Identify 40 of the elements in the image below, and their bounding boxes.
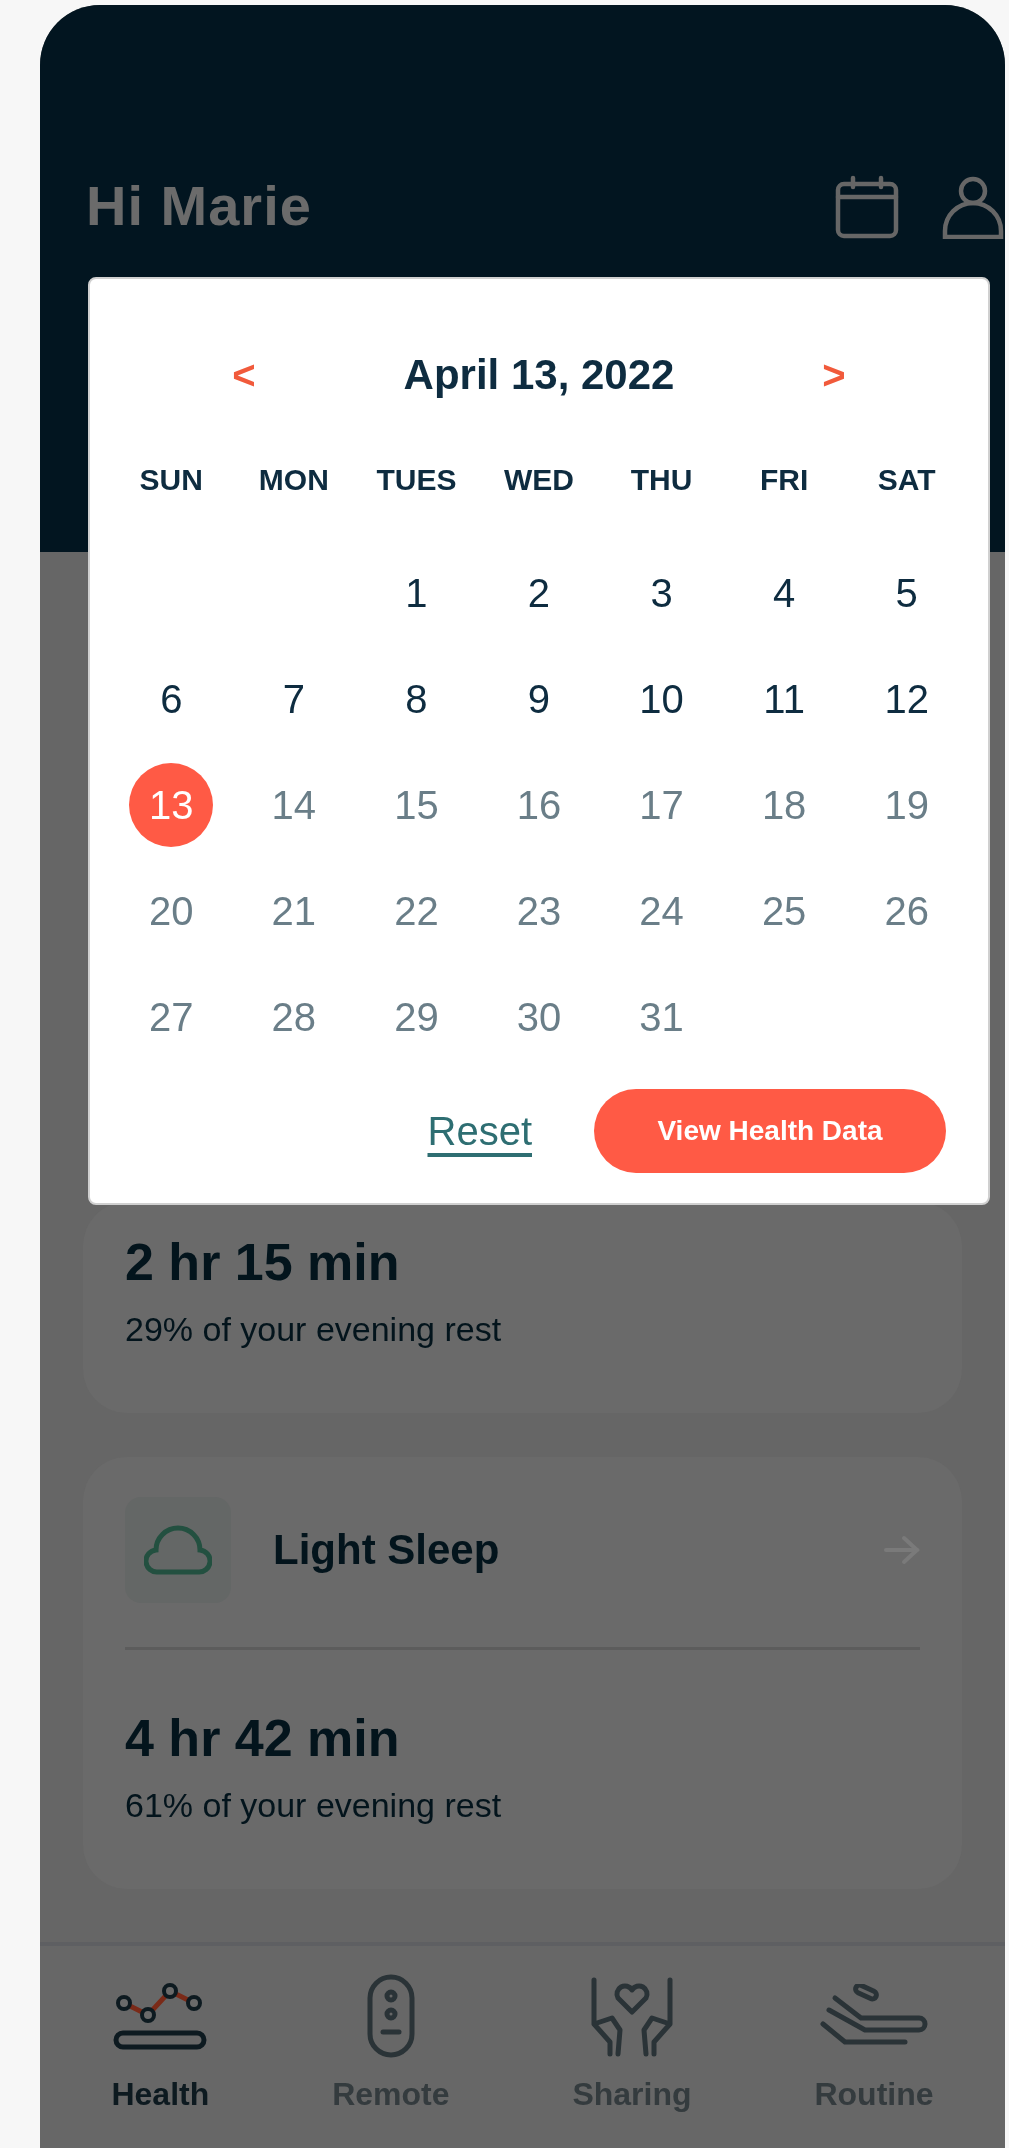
calendar-day[interactable]: 7	[251, 657, 336, 741]
weekday-label: FRI	[759, 463, 809, 496]
calendar-day[interactable]: 5	[864, 551, 949, 635]
weekday-label: MON	[258, 463, 329, 496]
prev-month-button[interactable]: <	[169, 351, 319, 399]
calendar-day[interactable]: 8	[374, 657, 459, 741]
nav-tab[interactable]: Health	[101, 1970, 220, 2148]
card-title: Light Sleep	[273, 1526, 501, 1574]
calendar-day[interactable]: 1	[374, 551, 459, 635]
calendar-day[interactable]: 4	[742, 551, 827, 635]
month-title: April 13, 2022	[402, 351, 676, 399]
calendar-day[interactable]: 13	[129, 763, 214, 847]
remote-icon	[365, 1974, 416, 2058]
calendar-day[interactable]: 2	[497, 551, 581, 635]
calendar-icon[interactable]	[835, 175, 899, 239]
weekday-label: THU	[630, 463, 693, 496]
reset-link[interactable]: Reset	[427, 1108, 532, 1154]
chart-icon	[112, 1981, 209, 2051]
sleep-card[interactable]: Light Sleep 4 hr 42 min 61% of your evening rest	[83, 1457, 962, 1889]
weekday-label: SUN	[139, 463, 203, 496]
duration: 2 hr 15 min	[125, 1232, 401, 1292]
calendar-day[interactable]: 12	[864, 657, 949, 741]
duration: 4 hr 42 min	[125, 1708, 401, 1768]
calendar-day[interactable]: 9	[497, 657, 581, 741]
calendar-day[interactable]: 10	[619, 657, 704, 741]
calendar-day[interactable]: 11	[742, 657, 827, 741]
profile-icon[interactable]	[941, 175, 1005, 239]
greeting: Hi Marie	[86, 173, 312, 238]
sleep-card[interactable]: 2 hr 15 min 29% of your evening rest	[83, 1202, 962, 1413]
weekday-label: TUES	[376, 463, 457, 496]
weekday-label: SAT	[877, 463, 936, 496]
weekday-label: WED	[504, 463, 574, 496]
calendar-day[interactable]: 6	[129, 657, 214, 741]
view-health-data-button[interactable]: View Health Data	[594, 1089, 946, 1173]
cloud-icon	[144, 1524, 212, 1576]
share-text: 29% of your evening rest	[125, 1310, 503, 1349]
bed-icon	[819, 1984, 929, 2048]
share-text: 61% of your evening rest	[125, 1786, 503, 1825]
next-month-button[interactable]: >	[759, 351, 909, 399]
calendar-day[interactable]: 3	[619, 551, 704, 635]
